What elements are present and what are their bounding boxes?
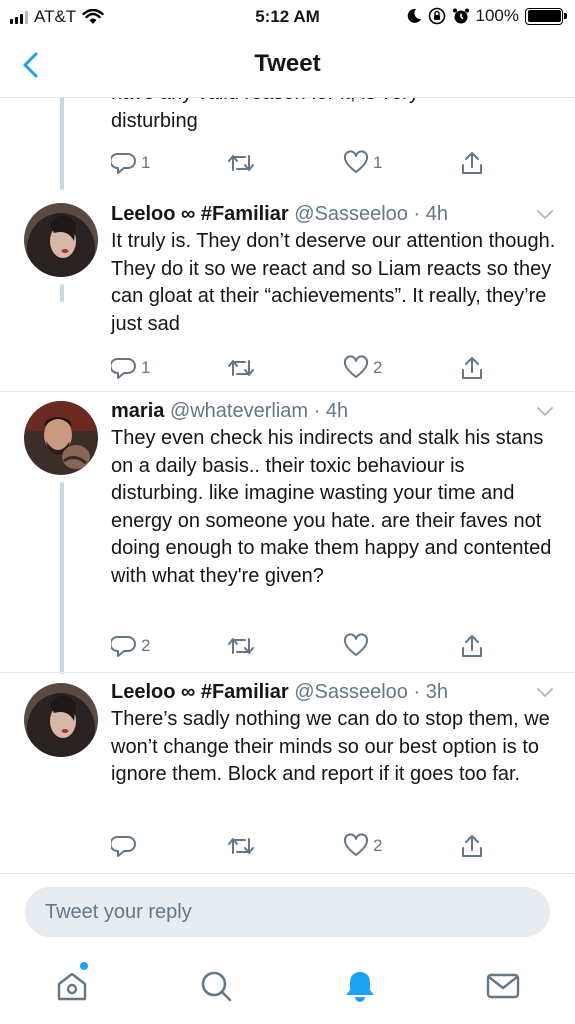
status-bar: AT&T 5:12 AM 100%	[0, 0, 575, 34]
divider	[0, 391, 575, 392]
page-title: Tweet	[254, 50, 321, 77]
tweet-actions: 2	[111, 831, 491, 861]
battery-percent: 100%	[475, 6, 519, 25]
tab-search[interactable]	[196, 966, 236, 1006]
alarm-clock-icon	[452, 8, 469, 24]
nav-bar: Tweet	[0, 34, 575, 98]
tab-messages[interactable]	[483, 966, 523, 1006]
like-count: 2	[373, 836, 383, 855]
tweet-actions: 1 2	[111, 353, 491, 383]
reply-count: 1	[141, 358, 151, 377]
thread-connector-line	[60, 98, 64, 190]
do-not-disturb-moon-icon	[407, 8, 421, 23]
chevron-down-icon[interactable]	[537, 688, 553, 698]
tab-bar	[0, 950, 575, 1024]
reply-button[interactable]: 2	[111, 631, 150, 661]
tweet-header: Leeloo ∞ #Familiar @Sasseeloo · 4h	[111, 203, 535, 226]
tweet-time: · 4h	[413, 203, 448, 225]
retweet-icon	[228, 360, 254, 376]
retweet-icon	[228, 155, 254, 171]
chevron-down-icon[interactable]	[537, 210, 553, 220]
reply-button[interactable]: 1	[111, 148, 150, 178]
chevron-down-icon[interactable]	[537, 407, 553, 417]
retweet-icon	[228, 638, 254, 654]
reply-icon	[111, 636, 136, 657]
like-button[interactable]: 1	[343, 148, 382, 178]
notification-dot	[80, 962, 88, 970]
thread-connector-line	[60, 482, 64, 674]
retweet-button[interactable]	[227, 631, 259, 661]
reply-count: 2	[141, 636, 151, 655]
thread-connector-line	[60, 284, 64, 302]
avatar[interactable]	[24, 203, 98, 277]
retweet-icon	[228, 838, 254, 854]
like-button[interactable]: 2	[343, 353, 382, 383]
share-icon	[462, 635, 482, 657]
like-button[interactable]	[343, 631, 373, 661]
user-handle[interactable]: @Sasseeloo	[294, 681, 408, 703]
notifications-bell-icon	[346, 972, 374, 1002]
user-handle[interactable]: @Sasseeloo	[294, 203, 408, 225]
tweet-text: It truly is. They don’t deserve our atte…	[111, 230, 556, 335]
status-right: 100%	[406, 6, 567, 26]
search-icon	[201, 971, 232, 1002]
tweet-thread: have any valid reason for it, is very di…	[0, 98, 575, 873]
heart-icon	[343, 355, 369, 378]
like-count: 2	[373, 358, 383, 377]
reply-input[interactable]: Tweet your reply	[25, 887, 550, 937]
heart-icon	[343, 833, 369, 856]
retweet-button[interactable]	[227, 353, 259, 383]
reply-button[interactable]	[111, 831, 141, 861]
tweet-time: · 4h	[313, 400, 349, 422]
reply-icon	[111, 836, 136, 857]
reply-count: 1	[141, 153, 151, 172]
share-icon	[462, 357, 482, 379]
heart-icon	[343, 150, 369, 173]
share-icon	[462, 835, 482, 857]
display-name[interactable]: Leeloo ∞ #Familiar	[111, 203, 289, 225]
retweet-button[interactable]	[227, 148, 259, 178]
display-name[interactable]: maria	[111, 400, 164, 422]
share-button[interactable]	[459, 631, 485, 661]
tab-notifications[interactable]	[340, 966, 380, 1006]
share-icon	[462, 152, 482, 174]
display-name[interactable]: Leeloo ∞ #Familiar	[111, 681, 289, 703]
reply-icon	[111, 358, 136, 379]
tweet-time: · 3h	[413, 681, 448, 703]
battery-icon	[525, 7, 567, 25]
tweet-text: They even check his indirects and stalk …	[111, 427, 552, 587]
home-icon	[57, 972, 87, 1001]
tweet-text: have any valid reason for it, is very di…	[111, 98, 419, 132]
share-button[interactable]	[459, 831, 485, 861]
reply-bar: Tweet your reply	[0, 873, 575, 950]
user-handle[interactable]: @whateverliam	[170, 400, 308, 422]
tweet-text: There’s sadly nothing we can do to stop …	[111, 708, 550, 785]
reply-button[interactable]: 1	[111, 353, 150, 383]
reply-icon	[111, 153, 136, 174]
divider	[0, 672, 575, 673]
avatar[interactable]	[24, 401, 98, 475]
tab-home[interactable]	[52, 962, 92, 1006]
orientation-lock-icon	[428, 7, 445, 25]
tweet-actions: 1 1	[111, 148, 491, 178]
messages-envelope-icon	[486, 973, 520, 999]
heart-icon	[343, 633, 369, 656]
tweet-header: maria @whateverliam · 4h	[111, 400, 535, 423]
share-button[interactable]	[459, 148, 485, 178]
tweet-actions: 2	[111, 631, 491, 661]
like-button[interactable]: 2	[343, 831, 382, 861]
like-count: 1	[373, 153, 383, 172]
share-button[interactable]	[459, 353, 485, 383]
tweet-header: Leeloo ∞ #Familiar @Sasseeloo · 3h	[111, 681, 535, 704]
retweet-button[interactable]	[227, 831, 259, 861]
avatar[interactable]	[24, 683, 98, 757]
